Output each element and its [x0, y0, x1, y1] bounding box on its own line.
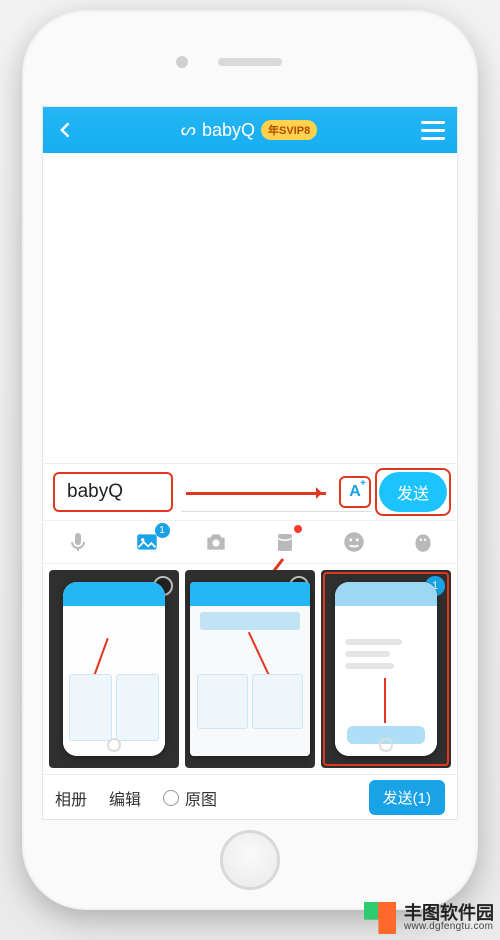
gallery-thumb-selected[interactable]: 1 [321, 570, 451, 768]
svip-badge: 年SVIP8 [261, 120, 317, 140]
menu-icon-bar [421, 121, 445, 124]
gallery-thumb[interactable] [49, 570, 179, 768]
emoji-button[interactable] [339, 527, 369, 557]
menu-icon-bar [421, 129, 445, 132]
gallery-thumb[interactable] [185, 570, 315, 768]
smile-icon [341, 529, 367, 555]
watermark-name: 丰图软件园 [404, 904, 494, 922]
phone-speaker [218, 58, 282, 66]
annotation-arrow [186, 492, 326, 495]
red-packet-icon [273, 530, 297, 554]
voice-button[interactable] [63, 527, 93, 557]
more-button[interactable] [408, 527, 438, 557]
home-button[interactable] [220, 830, 280, 890]
chat-message-area[interactable] [43, 153, 457, 463]
watermark-url: www.dgfengtu.com [404, 922, 494, 932]
notification-dot [294, 525, 302, 533]
menu-button[interactable] [421, 121, 445, 140]
phone-frame: ᔕ babyQ 年SVIP8 babyQ [22, 10, 478, 910]
attachment-toolbar: 1 [43, 520, 457, 564]
chat-title: ᔕ babyQ 年SVIP8 [181, 120, 317, 141]
font-size-button[interactable]: A+ [339, 476, 371, 508]
thumb-preview [190, 582, 310, 756]
red-packet-button[interactable] [270, 527, 300, 557]
chevron-left-icon [56, 120, 76, 140]
photo-gallery-strip[interactable]: 1 [43, 564, 457, 774]
message-input-bar: babyQ A+ 发送 [43, 463, 457, 520]
gallery-action-bar: 相册 编辑 原图 发送(1) [43, 774, 457, 820]
edit-button[interactable]: 编辑 [109, 786, 141, 810]
message-input[interactable]: babyQ [53, 472, 173, 512]
watermark-text: 丰图软件园 www.dgfengtu.com [404, 904, 494, 932]
thumb-preview [335, 582, 436, 756]
app-screen: ᔕ babyQ 年SVIP8 babyQ [42, 106, 458, 820]
thumb-preview [63, 582, 164, 756]
camera-button[interactable] [201, 527, 231, 557]
watermark: 丰图软件园 www.dgfengtu.com [358, 896, 500, 940]
microphone-icon [66, 530, 90, 554]
chat-title-text: babyQ [202, 120, 255, 141]
radio-icon [163, 790, 179, 806]
phone-camera [176, 56, 188, 68]
camera-icon [203, 529, 229, 555]
original-label: 原图 [185, 786, 217, 810]
font-icon-label: A [349, 483, 361, 501]
original-toggle[interactable]: 原图 [163, 786, 217, 810]
menu-icon-bar [421, 137, 445, 140]
send-button[interactable]: 发送 [379, 472, 447, 512]
stage: ᔕ babyQ 年SVIP8 babyQ [0, 0, 500, 940]
send-wrapper: 发送 [379, 472, 447, 512]
message-input-text: babyQ [67, 481, 123, 503]
album-button[interactable]: 相册 [55, 786, 87, 810]
back-button[interactable] [55, 119, 77, 141]
ear-icon: ᔕ [181, 120, 196, 140]
input-middle: A+ [181, 472, 371, 512]
penguin-icon [410, 529, 436, 555]
gallery-send-button[interactable]: 发送(1) [369, 780, 445, 815]
photo-badge: 1 [155, 523, 170, 538]
chat-titlebar: ᔕ babyQ 年SVIP8 [43, 107, 457, 153]
watermark-logo-icon [364, 902, 396, 934]
photo-button[interactable]: 1 [132, 527, 162, 557]
font-icon-plus: + [360, 478, 366, 489]
